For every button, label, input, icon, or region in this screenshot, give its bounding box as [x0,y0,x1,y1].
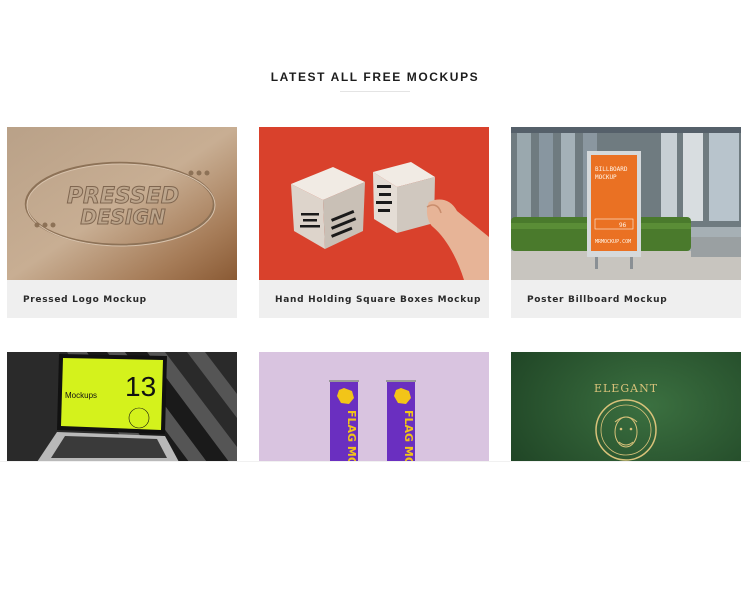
laptop-art-num: 13 [125,371,156,402]
blank-area [0,462,750,600]
mockup-card-hand-boxes[interactable]: Hand Holding Square Boxes Mockup [259,127,489,318]
flag-art-text: FLAG MOCKUP [345,410,358,462]
elegant-thumbnail[interactable]: ELEGANT [511,352,741,462]
title-underline [340,91,410,92]
billboard-art-site: MRMOCKUP.COM [595,239,631,245]
mockup-card-poster-billboard[interactable]: BILLBOARD MOCKUP 96 MRMOCKUP.COM Poster … [511,127,741,318]
elegant-art-text: ELEGANT [594,382,658,395]
billboard-art-line1: BILLBOARD [595,166,628,173]
mockup-card-laptop[interactable]: Mockups 13 [7,352,237,462]
pressed-logo-thumbnail[interactable]: PRESSED DESIGN [7,127,237,280]
flags-thumbnail[interactable]: FLAG MOCKUP FLAG MOCKUP [259,352,489,462]
flag-art-text-2: FLAG MOCKUP [402,410,415,462]
billboard-art-line2: MOCKUP [595,174,617,181]
card-title[interactable]: Pressed Logo Mockup [23,295,147,305]
pressed-art-line2: DESIGN [80,205,166,229]
mockup-card-flags[interactable]: FLAG MOCKUP FLAG MOCKUP [259,352,489,462]
billboard-art-num: 96 [619,222,627,229]
poster-billboard-thumbnail[interactable]: BILLBOARD MOCKUP 96 MRMOCKUP.COM [511,127,741,280]
card-title[interactable]: Poster Billboard Mockup [527,295,667,305]
laptop-art-small: Mockups [65,391,97,400]
hand-boxes-thumbnail[interactable] [259,127,489,280]
mockup-card-pressed-logo[interactable]: PRESSED DESIGN Pressed Logo Mockup [7,127,237,318]
mockup-card-elegant[interactable]: ELEGANT [511,352,741,462]
section-title: LATEST ALL FREE MOCKUPS [270,70,480,84]
laptop-thumbnail[interactable]: Mockups 13 [7,352,237,462]
card-title[interactable]: Hand Holding Square Boxes Mockup [275,295,481,305]
